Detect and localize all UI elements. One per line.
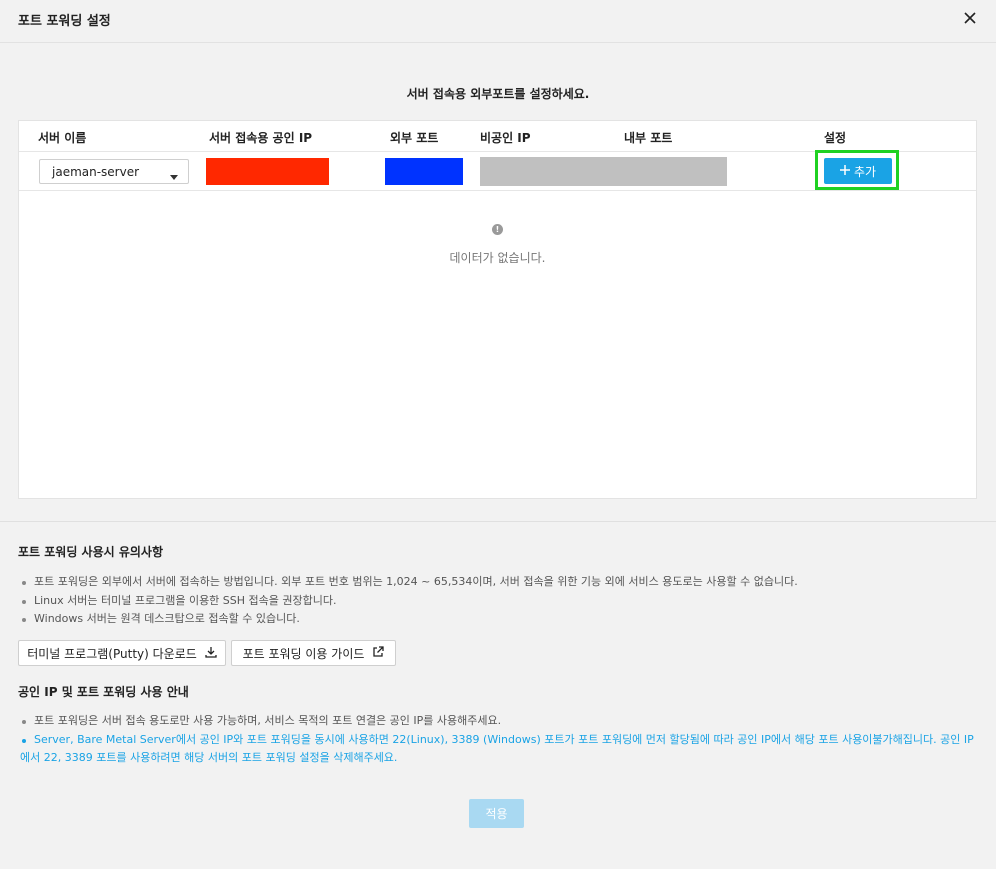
- notice-section: 포트 포워딩 사용시 유의사항 포트 포워딩은 외부에서 서버에 접속하는 방법…: [0, 521, 996, 869]
- header-public-ip: 서버 접속용 공인 IP: [209, 131, 313, 145]
- guide-link-button[interactable]: 포트 포워딩 이용 가이드: [231, 640, 396, 666]
- forwarding-config-section: 서버 접속용 외부포트를 설정하세요. 서버 이름 서버 접속용 공인 IP 외…: [0, 43, 996, 521]
- empty-text: 데이터가 없습니다.: [449, 251, 546, 265]
- header-internal-port: 내부 포트: [624, 131, 673, 145]
- list-item: Windows 서버는 원격 데스크탑으로 접속할 수 있습니다.: [20, 610, 975, 629]
- forwarding-table: 서버 이름 서버 접속용 공인 IP 외부 포트 비공인 IP 내부 포트 설정…: [18, 120, 977, 499]
- guide-title: 공인 IP 및 포트 포워딩 사용 안내: [18, 685, 189, 699]
- dialog-title: 포트 포워딩 설정: [18, 14, 111, 29]
- caret-down-icon: [170, 169, 178, 183]
- info-icon: !: [492, 224, 503, 235]
- list-item: 포트 포워딩은 외부에서 서버에 접속하는 방법입니다. 외부 포트 번호 범위…: [20, 573, 975, 592]
- server-select[interactable]: jaeman-server: [39, 159, 189, 184]
- close-icon[interactable]: [962, 10, 978, 26]
- guide-link-label: 포트 포워딩 이용 가이드: [242, 646, 365, 661]
- input-row: jaeman-server 추가: [19, 150, 976, 191]
- empty-state: ! 데이터가 없습니다.: [19, 221, 976, 266]
- header-server-name: 서버 이름: [38, 131, 87, 145]
- add-button[interactable]: 추가: [824, 158, 892, 184]
- apply-button[interactable]: 적용: [469, 799, 524, 828]
- public-ip-redacted: [206, 158, 329, 185]
- guide-list: 포트 포워딩은 서버 접속 용도로만 사용 가능하며, 서비스 목적의 포트 연…: [20, 712, 975, 768]
- putty-download-label: 터미널 프로그램(Putty) 다운로드: [27, 646, 197, 661]
- dialog-header: 포트 포워딩 설정: [0, 0, 996, 43]
- server-select-value: jaeman-server: [52, 165, 140, 179]
- private-ip-port-redacted: [480, 157, 727, 186]
- add-button-label: 추가: [853, 164, 877, 179]
- header-settings: 설정: [824, 131, 847, 145]
- download-icon: [205, 646, 217, 661]
- table-header: 서버 이름 서버 접속용 공인 IP 외부 포트 비공인 IP 내부 포트 설정: [19, 121, 976, 152]
- plus-icon: [839, 164, 850, 178]
- header-private-ip: 비공인 IP: [480, 131, 531, 145]
- header-external-port: 외부 포트: [390, 131, 439, 145]
- external-link-icon: [372, 645, 385, 661]
- section-subtitle: 서버 접속용 외부포트를 설정하세요.: [406, 87, 590, 101]
- notes-list: 포트 포워딩은 외부에서 서버에 접속하는 방법입니다. 외부 포트 번호 범위…: [20, 573, 975, 629]
- list-item: Server, Bare Metal Server에서 공인 IP와 포트 포워…: [20, 731, 975, 768]
- port-forwarding-dialog: 포트 포워딩 설정 서버 접속용 외부포트를 설정하세요. 서버 이름 서버 접…: [0, 0, 996, 869]
- list-item: 포트 포워딩은 서버 접속 용도로만 사용 가능하며, 서비스 목적의 포트 연…: [20, 712, 975, 731]
- notes-title: 포트 포워딩 사용시 유의사항: [18, 545, 164, 559]
- list-item: Linux 서버는 터미널 프로그램을 이용한 SSH 접속을 권장합니다.: [20, 592, 975, 611]
- external-port-input[interactable]: [385, 158, 463, 185]
- putty-download-button[interactable]: 터미널 프로그램(Putty) 다운로드: [18, 640, 226, 666]
